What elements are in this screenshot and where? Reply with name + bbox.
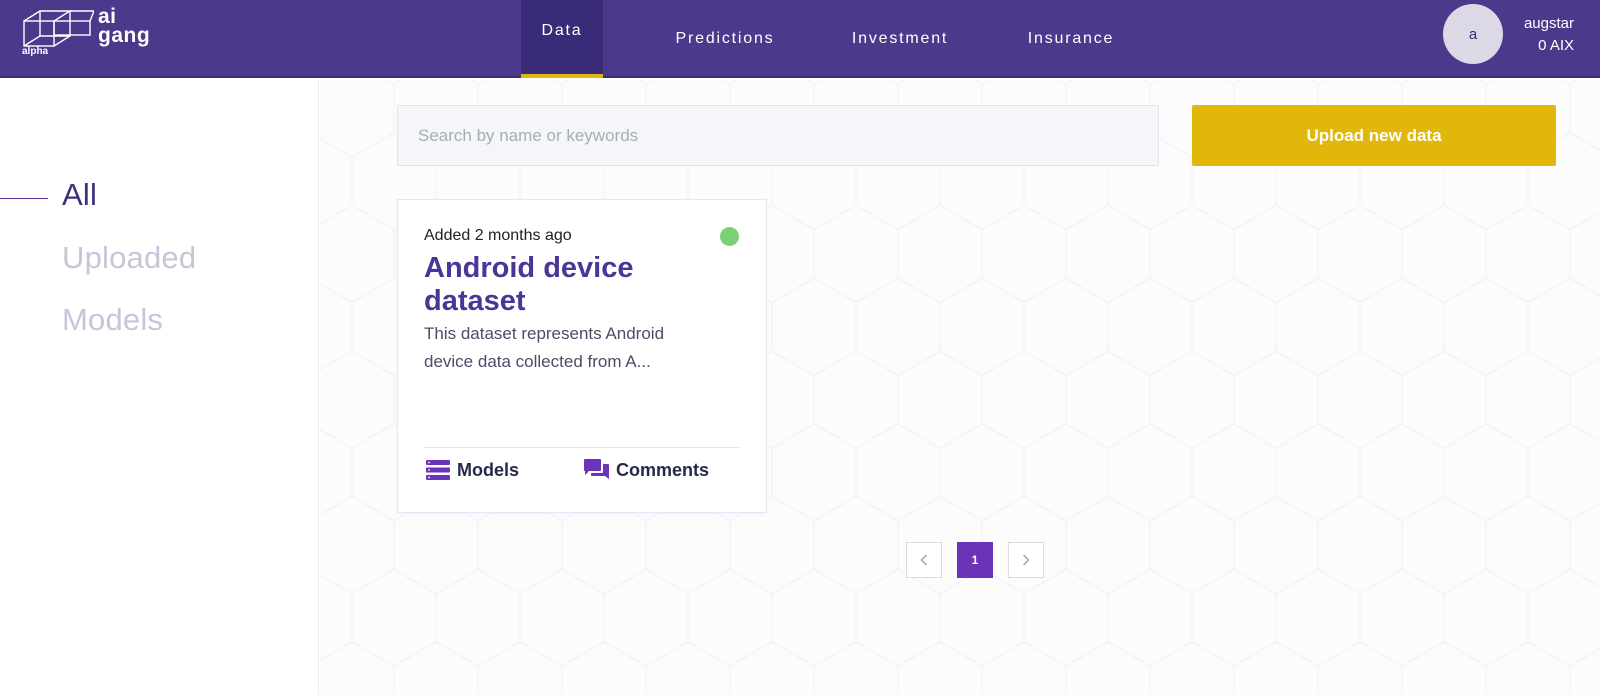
card-title[interactable]: Android device dataset xyxy=(424,252,724,318)
server-stack-icon xyxy=(426,460,450,480)
top-navigation-bar: ai gang alpha Data Predictions Investmen… xyxy=(0,0,1600,78)
nav-tab-insurance[interactable]: Insurance xyxy=(1001,0,1141,78)
card-comments-link[interactable]: Comments xyxy=(584,456,709,484)
nav-tab-investment[interactable]: Investment xyxy=(830,0,970,78)
aigang-logo[interactable]: ai gang alpha xyxy=(22,6,172,64)
sidebar: All Uploaded Models xyxy=(0,80,319,695)
upload-new-data-button[interactable]: Upload new data xyxy=(1192,105,1556,166)
cube-logo-icon xyxy=(23,10,94,47)
user-name[interactable]: augstar xyxy=(1524,15,1574,32)
user-avatar[interactable]: a xyxy=(1443,4,1503,64)
nav-tab-data[interactable]: Data xyxy=(521,0,603,78)
card-comments-label: Comments xyxy=(616,459,710,480)
main-content: Upload new data Added 2 months ago Andro… xyxy=(320,80,1600,695)
pagination-page-1[interactable]: 1 xyxy=(957,542,993,578)
pagination-next-button[interactable] xyxy=(1008,542,1044,578)
card-description: This dataset represents Android device d… xyxy=(424,324,665,371)
card-added-date: Added 2 months ago xyxy=(424,227,572,244)
sidebar-item-models[interactable]: Models xyxy=(62,302,163,338)
chevron-left-icon xyxy=(920,554,927,566)
search-input[interactable] xyxy=(397,105,1159,166)
comments-icon xyxy=(584,458,609,479)
main-nav: Data Predictions Investment Insurance xyxy=(521,0,1112,78)
card-models-link[interactable]: Models xyxy=(426,456,519,484)
card-models-label: Models xyxy=(457,459,520,480)
card-divider xyxy=(424,447,740,448)
pagination-prev-button[interactable] xyxy=(906,542,942,578)
chevron-right-icon xyxy=(1023,554,1030,566)
logo-alpha-tag: alpha xyxy=(22,46,49,57)
sidebar-item-uploaded[interactable]: Uploaded xyxy=(62,240,196,276)
nav-tab-predictions[interactable]: Predictions xyxy=(654,0,796,78)
status-dot-icon xyxy=(720,227,739,246)
sidebar-item-all[interactable]: All xyxy=(62,177,97,213)
active-indicator-line xyxy=(0,198,48,199)
dataset-card[interactable]: Added 2 months ago Android device datase… xyxy=(397,199,767,513)
logo-text-gang: gang xyxy=(98,24,151,47)
user-balance: 0 AIX xyxy=(1538,37,1574,54)
